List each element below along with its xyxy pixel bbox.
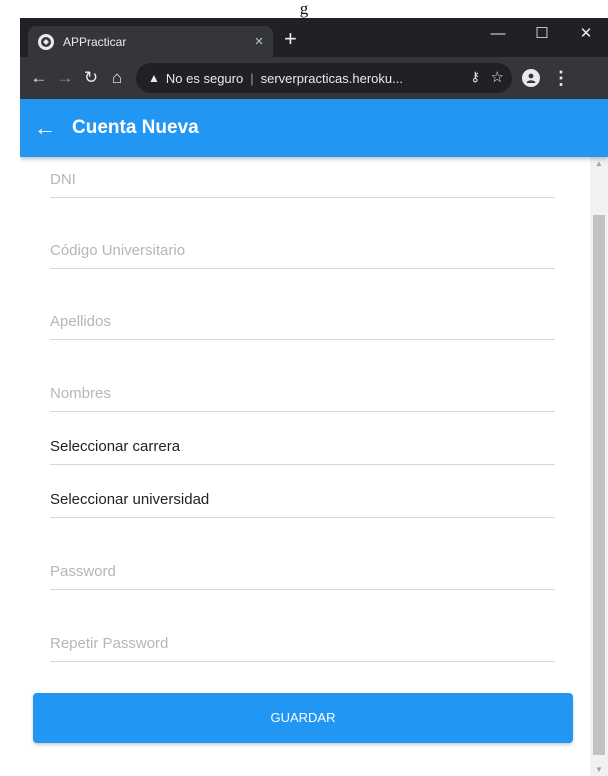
- save-button[interactable]: GUARDAR: [33, 693, 573, 743]
- scrollbar[interactable]: ▲ ▼: [590, 157, 608, 776]
- url-text[interactable]: serverpracticas.heroku...: [261, 71, 403, 86]
- key-icon[interactable]: ⚷: [470, 69, 480, 85]
- maximize-button[interactable]: ☐: [520, 18, 564, 50]
- browser-tab[interactable]: APPracticar ×: [28, 26, 273, 57]
- address-separator: |: [250, 70, 254, 86]
- scroll-thumb[interactable]: [593, 215, 605, 755]
- scroll-up-icon[interactable]: ▲: [590, 159, 608, 168]
- back-arrow-icon[interactable]: ←: [34, 115, 58, 141]
- nombres-field[interactable]: Nombres: [50, 385, 555, 412]
- codigo-universitario-field[interactable]: Código Universitario: [50, 242, 555, 269]
- close-tab-icon[interactable]: ×: [245, 33, 273, 50]
- close-window-button[interactable]: ✕: [564, 18, 608, 50]
- star-icon[interactable]: ☆: [491, 68, 504, 86]
- globe-icon: [38, 33, 54, 50]
- scroll-down-icon[interactable]: ▼: [590, 765, 608, 774]
- minimize-button[interactable]: —: [476, 18, 520, 50]
- universidad-select[interactable]: Seleccionar universidad: [50, 491, 555, 518]
- form-container: DNI Código Universitario Apellidos Nombr…: [20, 157, 590, 776]
- repeat-password-field[interactable]: Repetir Password: [50, 635, 555, 662]
- tab-strip: APPracticar × + — ☐ ✕: [20, 18, 608, 57]
- profile-icon[interactable]: [522, 69, 540, 87]
- security-label[interactable]: No es seguro: [166, 71, 243, 86]
- new-tab-button[interactable]: +: [284, 27, 297, 51]
- menu-icon[interactable]: ⋮: [552, 68, 570, 89]
- tab-title: APPracticar: [63, 34, 127, 49]
- home-icon[interactable]: ⌂: [104, 68, 130, 88]
- app-bar: ← Cuenta Nueva: [20, 99, 608, 157]
- apellidos-field[interactable]: Apellidos: [50, 313, 555, 340]
- browser-window: APPracticar × + — ☐ ✕ ← → ↻ ⌂ ▲ No es se…: [20, 18, 608, 776]
- carrera-select[interactable]: Seleccionar carrera: [50, 438, 555, 465]
- forward-arrow-icon[interactable]: →: [52, 68, 78, 88]
- browser-toolbar: ← → ↻ ⌂ ▲ No es seguro | serverpracticas…: [20, 57, 608, 99]
- address-bar[interactable]: ▲ No es seguro | serverpracticas.heroku.…: [136, 63, 512, 93]
- warning-icon: ▲: [148, 71, 160, 85]
- page-title: Cuenta Nueva: [72, 117, 199, 138]
- dni-field[interactable]: DNI: [50, 171, 555, 198]
- page-caption: g: [0, 0, 608, 18]
- password-field[interactable]: Password: [50, 563, 555, 590]
- reload-icon[interactable]: ↻: [78, 68, 104, 88]
- back-arrow-icon[interactable]: ←: [26, 68, 52, 88]
